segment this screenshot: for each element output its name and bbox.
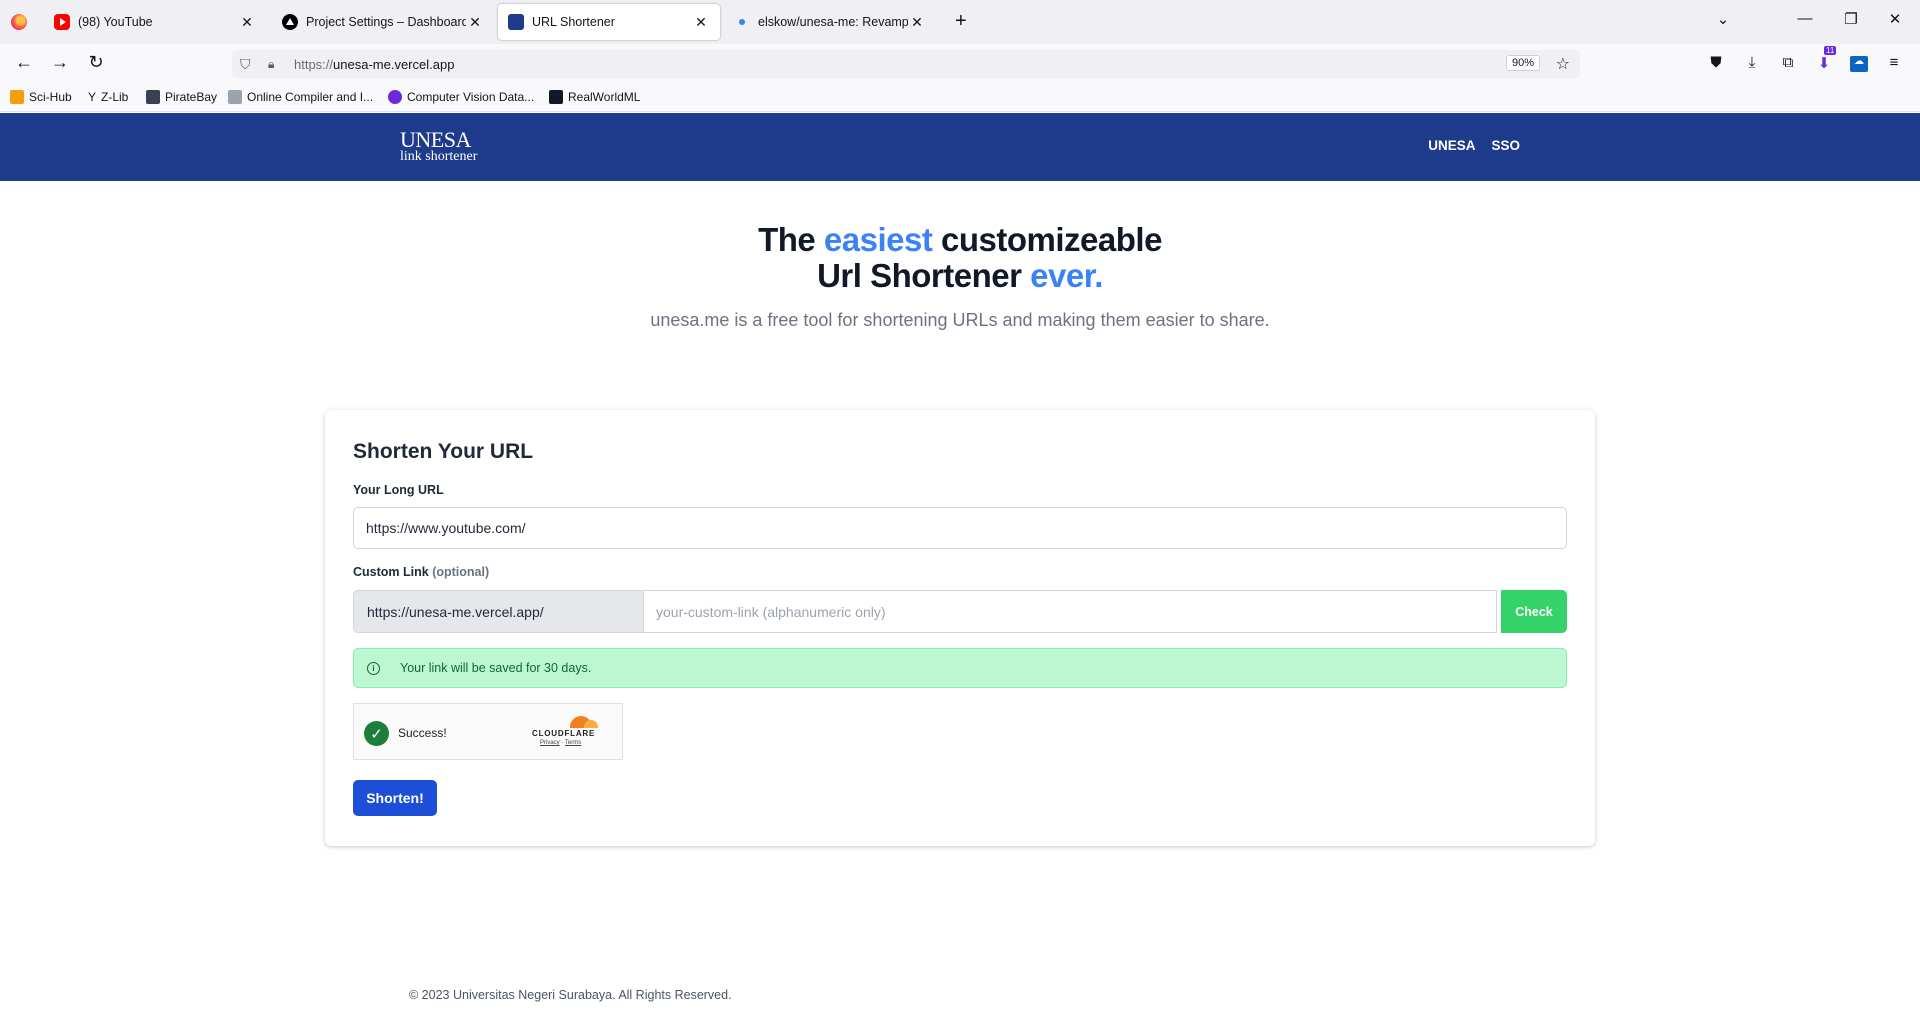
lock-icon[interactable]: 🔒︎ [268,57,284,72]
extension-count-badge: 11 [1824,46,1837,55]
unesa-logo[interactable]: UNESA link shortener [400,129,477,164]
pocket-icon[interactable]: ⛊ [1706,54,1726,71]
shorten-form-card: Shorten Your URL Your Long URL https://w… [325,410,1595,846]
bookmark-realworldml[interactable]: RealWorldML [549,90,640,104]
bookmarks-toolbar: Sci-Hub Y Z-Lib PirateBay Online Compiler… [0,84,1920,112]
tab-title: Project Settings – Dashboard – Ve [306,15,466,29]
close-tab-icon[interactable]: ✕ [692,14,710,31]
info-alert: i Your link will be saved for 30 days. [353,648,1567,688]
custom-link-prefix: https://unesa-me.vercel.app/ [353,590,643,633]
back-arrow-icon[interactable]: ← [12,52,36,73]
address-bar[interactable]: ⛉ 🔒︎ https://unesa-me.vercel.app 90% ☆ [232,50,1580,78]
bookmark-star-icon[interactable]: ☆ [1556,54,1570,74]
close-window-icon[interactable]: ✕ [1880,10,1910,28]
zoom-level-badge[interactable]: 90% [1505,55,1540,71]
bookmark-scihub[interactable]: Sci-Hub [10,90,72,104]
check-button[interactable]: Check [1501,590,1567,633]
logo-title: UNESA [400,127,471,152]
alert-text: Your link will be saved for 30 days. [400,661,592,675]
compiler-icon [228,90,242,104]
reload-icon[interactable]: ↻ [84,52,108,73]
restore-icon[interactable]: ❐ [1836,10,1866,28]
browser-tab-bar: (98) YouTube ✕ Project Settings – Dashbo… [0,0,1920,44]
bookmark-zlib[interactable]: Y Z-Lib [88,90,128,104]
tab-title: elskow/unesa-me: Revamped u [758,15,908,29]
vercel-icon [282,14,298,30]
download-icon[interactable]: ⤓ [1742,54,1762,71]
zlib-icon: Y [88,90,97,104]
loading-dot-icon [739,19,745,25]
tab-url-shortener[interactable]: URL Shortener ✕ [498,4,720,40]
cloudflare-privacy-link[interactable]: Privacy [540,740,560,746]
bookmark-online-compiler[interactable]: Online Compiler and I... [228,90,373,104]
tab-youtube[interactable]: (98) YouTube ✕ [44,4,266,40]
hero-subtitle: unesa.me is a free tool for shortening U… [650,310,1270,330]
bookmark-computer-vision[interactable]: Computer Vision Data... [388,90,534,104]
youtube-icon [54,14,70,30]
new-tab-plus-icon[interactable]: + [955,10,967,33]
list-all-tabs-chevron-icon[interactable]: ⌄ [1708,10,1738,28]
site-header: UNESA link shortener UNESA SSO [0,113,1920,181]
extension-badge-icon[interactable]: ⬇ 11 [1814,46,1837,72]
form-title: Shorten Your URL [353,440,534,463]
close-tab-icon[interactable]: ✕ [238,14,256,31]
realworldml-icon [549,90,563,104]
logo-subtitle: link shortener [400,149,478,164]
close-tab-icon[interactable]: ✕ [908,14,926,31]
nav-link-unesa[interactable]: UNESA [1428,138,1475,153]
pirate-ship-icon [146,90,160,104]
custom-link-input[interactable]: your-custom-link (alphanumeric only) [643,590,1497,633]
cloudflare-wordmark: CLOUDFLARE [532,729,596,738]
tracking-shield-icon[interactable]: ⛉ [240,56,258,73]
tab-title: (98) YouTube [78,15,153,29]
firefox-menu-icon[interactable] [11,14,27,30]
info-icon: i [367,661,380,675]
site-nav: UNESA SSO [1428,138,1520,153]
scihub-icon [10,90,24,104]
hero-heading: The easiest customizeable Url Shortener … [758,221,1162,294]
forward-arrow-icon[interactable]: → [48,52,72,73]
cloudflare-turnstile-widget[interactable]: ✓ Success! CLOUDFLARE Privacy · Terms [353,703,623,760]
bookmark-piratebay[interactable]: PirateBay [146,90,217,104]
cloudflare-cloud-icon [532,714,606,728]
onedrive-cloud-icon[interactable]: ☁ [1850,56,1868,72]
extensions-puzzle-icon[interactable]: ⧉ [1778,54,1798,71]
tab-github[interactable]: elskow/unesa-me: Revamped u ✕ [724,4,936,40]
footer-copyright: © 2023 Universitas Negeri Surabaya. All … [409,988,732,1002]
minimize-icon[interactable]: — [1790,10,1820,27]
success-check-icon: ✓ [364,721,389,746]
captcha-status: Success! [398,726,447,740]
long-url-label: Your Long URL [353,483,444,497]
cloudflare-terms-link[interactable]: Terms [565,740,581,746]
cloudflare-logo: CLOUDFLARE Privacy · Terms [532,714,606,746]
tab-title: URL Shortener [532,15,615,29]
hero: The easiest customizeable Url Shortener … [0,222,1920,331]
browser-nav-bar: ← → ↻ ⛉ 🔒︎ https://unesa-me.vercel.app 9… [0,44,1920,84]
custom-link-label: Custom Link (optional) [353,565,490,579]
tab-project-settings[interactable]: Project Settings – Dashboard – Ve ✕ [272,4,494,40]
nav-link-sso[interactable]: SSO [1491,138,1520,153]
unesa-favicon-icon [508,14,524,30]
hamburger-menu-icon[interactable]: ≡ [1884,54,1904,71]
long-url-input[interactable]: https://www.youtube.com/ [353,507,1567,549]
shorten-button[interactable]: Shorten! [353,780,437,816]
custom-link-group: https://unesa-me.vercel.app/ your-custom… [353,590,1567,633]
dataset-icon [388,90,402,104]
address-url[interactable]: https://unesa-me.vercel.app [294,57,454,72]
close-tab-icon[interactable]: ✕ [466,14,484,31]
